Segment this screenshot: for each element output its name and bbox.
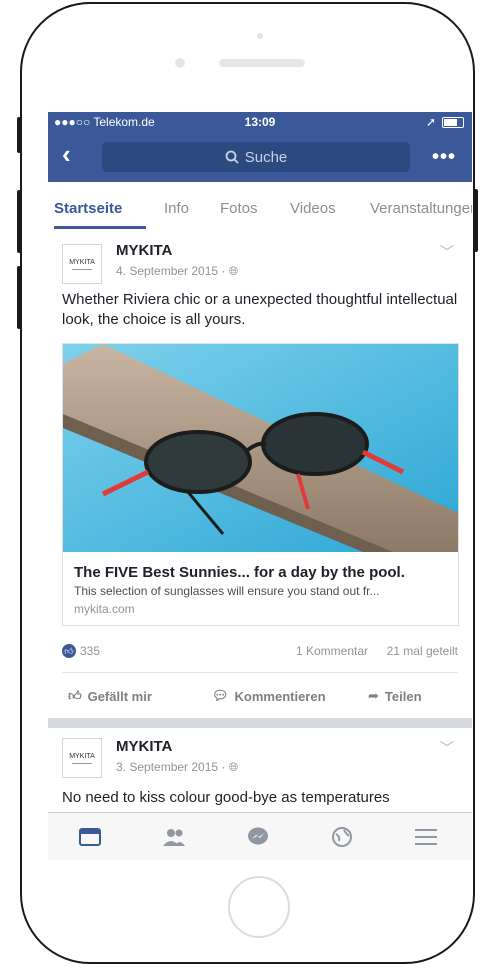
battery-icon [442, 116, 464, 128]
top-navbar: ●●●○○ Telekom.de 13:09 ➚ ‹ Suche ••• [48, 112, 472, 182]
post-actions: 👍︎ Gefällt mir 💬︎ Kommentieren ➦ Teilen [62, 688, 458, 708]
like-count[interactable]: 👍︎ 335 [62, 644, 100, 658]
active-tab-indicator [54, 226, 146, 229]
power-button [474, 189, 478, 252]
tab-veranstaltungen[interactable]: Veranstaltungen [370, 200, 472, 217]
globe-icon: 🌐︎ [228, 760, 239, 774]
link-image [63, 344, 458, 552]
sunglasses-photo [63, 344, 458, 552]
post-date[interactable]: 3. September 2015 · 🌐︎ [116, 760, 238, 775]
tab-info[interactable]: Info [164, 200, 189, 217]
share-icon: ➦ [368, 688, 379, 703]
page-avatar[interactable]: MYKITA [62, 244, 102, 284]
comment-button[interactable]: 💬︎ Kommentieren [212, 688, 326, 704]
mute-switch [17, 117, 21, 153]
globe-icon: 🌐︎ [228, 264, 239, 278]
logo-text: MYKITA [69, 752, 95, 760]
thumbs-up-icon: 👍︎ [68, 688, 82, 703]
proximity-sensor [257, 33, 263, 39]
page-name[interactable]: MYKITA [116, 242, 172, 259]
search-icon [225, 150, 239, 164]
link-title: The FIVE Best Sunnies... for a day by th… [74, 564, 405, 581]
volume-up-button [17, 190, 21, 253]
link-description: This selection of sunglasses will ensure… [74, 584, 380, 598]
news-feed-icon[interactable] [78, 827, 102, 847]
share-button[interactable]: ➦ Teilen [368, 688, 422, 704]
home-button[interactable] [228, 876, 290, 938]
page-avatar[interactable]: MYKITA [62, 738, 102, 778]
link-domain: mykita.com [74, 602, 135, 616]
post: MYKITA MYKITA 4. September 2015 · 🌐︎ ﹀ W… [48, 230, 472, 718]
like-badge-icon: 👍︎ [62, 644, 76, 658]
page-tabs: Startseite Info Fotos Videos Veranstaltu… [48, 182, 472, 231]
messenger-icon[interactable] [246, 827, 270, 847]
tab-startseite[interactable]: Startseite [54, 200, 122, 217]
page-name[interactable]: MYKITA [116, 738, 172, 755]
front-camera [175, 58, 185, 68]
logo-text: MYKITA [69, 258, 95, 266]
status-bar: ●●●○○ Telekom.de 13:09 ➚ [48, 112, 472, 132]
menu-icon[interactable] [414, 827, 438, 847]
search-placeholder: Suche [244, 148, 288, 166]
chevron-down-icon[interactable]: ﹀ [440, 738, 454, 758]
comment-icon: 💬︎ [212, 688, 229, 703]
logo-underline [72, 762, 92, 764]
comment-count[interactable]: 1 Kommentar [296, 644, 368, 658]
globe-notifications-icon[interactable] [330, 827, 354, 847]
link-preview[interactable]: The FIVE Best Sunnies... for a day by th… [62, 343, 459, 626]
tab-videos[interactable]: Videos [290, 200, 336, 217]
search-bar[interactable]: Suche [102, 142, 410, 172]
post: MYKITA MYKITA 3. September 2015 · 🌐︎ ﹀ N… [48, 728, 472, 812]
friends-icon[interactable] [162, 827, 186, 847]
app-screen: ●●●○○ Telekom.de 13:09 ➚ ‹ Suche ••• Sta… [48, 112, 472, 860]
share-count[interactable]: 21 mal geteilt [387, 644, 458, 658]
post-text: Whether Riviera chic or a unexpected tho… [62, 291, 458, 328]
post-separator [48, 718, 472, 728]
post-date[interactable]: 4. September 2015 · 🌐︎ [116, 264, 238, 279]
earpiece-speaker [219, 59, 305, 67]
logo-underline [72, 268, 92, 270]
volume-down-button [17, 266, 21, 329]
more-options-button[interactable]: ••• [432, 146, 456, 169]
chevron-down-icon[interactable]: ﹀ [440, 242, 454, 262]
location-icon: ➚ [425, 115, 436, 129]
divider [62, 672, 458, 673]
tab-fotos[interactable]: Fotos [220, 200, 258, 217]
post-stats: 👍︎ 335 1 Kommentar 21 mal geteilt [62, 644, 458, 662]
clock: 13:09 [244, 115, 276, 129]
back-button[interactable]: ‹ [62, 139, 71, 170]
like-button[interactable]: 👍︎ Gefällt mir [68, 688, 152, 704]
bottom-tab-bar [48, 812, 472, 860]
post-text: No need to kiss colour good-bye as tempe… [62, 789, 390, 806]
status-icons: ➚ [426, 115, 464, 129]
